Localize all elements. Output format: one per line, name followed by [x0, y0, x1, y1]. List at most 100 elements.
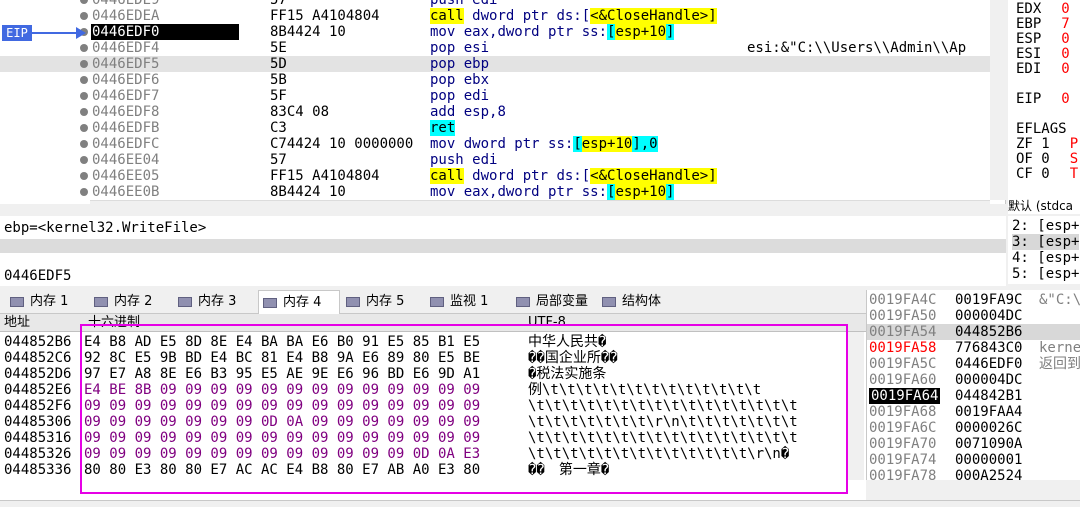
disasm-instruction: mov eax,dword ptr ss:[esp+10] — [430, 184, 675, 200]
disassembly-view[interactable]: 0446EDE9 57 push edi 0446EDEA FF15 A4104804 c… — [0, 0, 1006, 204]
breakpoint-dot-icon[interactable] — [80, 0, 88, 4]
stack-row[interactable]: 0019FA68 0019FAA4 — [867, 404, 1080, 420]
breakpoint-dot-icon[interactable] — [80, 76, 88, 84]
disasm-row[interactable]: 0446EDF5 5D pop ebp — [0, 56, 990, 72]
disassembly-horizontal-scrollbar[interactable] — [90, 200, 990, 216]
register-value: 0 — [1061, 91, 1070, 107]
register-row[interactable]: EDX 0 — [1016, 2, 1070, 16]
instruction-operands-suffix: ] — [708, 168, 717, 184]
argument-row[interactable]: 2: [esp+ — [1012, 218, 1079, 234]
instruction-mnemonic: call — [430, 168, 464, 184]
disasm-row[interactable]: 0446EDFB C3 ret — [0, 120, 990, 136]
disasm-row[interactable]: 0446EDF6 5B pop ebx — [0, 72, 990, 88]
tab-4[interactable]: 内存 4 — [258, 290, 340, 314]
disasm-bytes: 5E — [270, 40, 287, 56]
disasm-row[interactable]: 0446EDF4 5E pop esi esi:&"C:\\Users\\Admin\… — [0, 40, 990, 56]
tab-3[interactable]: 内存 3 — [174, 290, 256, 314]
stack-horizontal-scrollbar[interactable] — [866, 480, 1080, 496]
breakpoint-dot-icon[interactable] — [80, 188, 88, 196]
disasm-row[interactable]: 0446EDF7 5F pop edi — [0, 88, 990, 104]
registers-panel[interactable]: EDX 0 EBP 7 ESP 0 ESI 0 EDI 0 EIP 0 EFLAGS ZF 1 P OF 0 S… — [1008, 0, 1080, 200]
disasm-row[interactable]: 0446EDFC C74424 10 0000000 mov dword ptr s… — [0, 136, 990, 152]
tab-8[interactable]: 结构体 — [598, 290, 680, 314]
dump-address: 04485316 — [4, 430, 72, 446]
register-row[interactable]: ESP 0 — [1016, 32, 1070, 46]
instruction-mnemonic: pop — [430, 72, 456, 88]
stack-value: 0000026C — [955, 420, 1023, 436]
stack-row[interactable]: 0019FA50 000004DC — [867, 308, 1080, 324]
stack-row[interactable]: 0019FA60 000004DC — [867, 372, 1080, 388]
disasm-row[interactable]: 0446EE05 FF15 A4104804 call dword ptr ds:[… — [0, 168, 990, 184]
stack-view[interactable]: 0019FA4C 0019FA9C &"C:\ 0019FA50 000004DC 001… — [866, 290, 1080, 486]
dump-address: 04485336 — [4, 462, 72, 478]
tab-5[interactable]: 内存 5 — [342, 290, 424, 314]
register-row[interactable]: EIP 0 — [1016, 92, 1070, 106]
stack-row[interactable]: 0019FA54 044852B6 — [867, 324, 1080, 340]
disasm-bytes: C3 — [270, 120, 287, 136]
tab-1[interactable]: 内存 1 — [6, 290, 88, 314]
instruction-operand-expr: esp+10 — [581, 136, 633, 152]
stack-row[interactable]: 0019FA64 044842B1 — [867, 388, 1080, 404]
tab-6[interactable]: 监视 1 — [426, 290, 508, 314]
memory-tab-icon — [430, 296, 444, 307]
breakpoint-dot-icon[interactable] — [80, 44, 88, 52]
disassembly-vertical-scrollbar[interactable] — [990, 0, 1006, 200]
stack-value: 0019FA9C — [955, 292, 1023, 308]
stack-row[interactable]: 0019FA6C 0000026C — [867, 420, 1080, 436]
register-row[interactable]: EDI 0 — [1016, 62, 1070, 76]
breakpoint-dot-icon[interactable] — [80, 172, 88, 180]
tab-2[interactable]: 内存 2 — [90, 290, 172, 314]
register-name: ESI — [1016, 46, 1042, 62]
dump-address: 04485326 — [4, 446, 72, 462]
register-row[interactable]: ZF 1 P — [1016, 137, 1078, 151]
stack-row[interactable]: 0019FA58 776843C0 kerne — [867, 340, 1080, 356]
tab-label: 内存 3 — [198, 294, 237, 309]
instruction-symbol: <&CloseHandle> — [590, 168, 709, 184]
eip-marker: EIP — [2, 25, 32, 41]
register-row[interactable]: ESI 0 — [1016, 47, 1070, 61]
arguments-panel[interactable]: 2: [esp+ 3: [esp+ 4: [esp+ 5: [esp+ — [1008, 216, 1080, 284]
register-row[interactable]: CF 0 T — [1016, 167, 1078, 181]
argument-row[interactable]: 5: [esp+ — [1012, 266, 1079, 282]
memory-tab-icon — [516, 296, 530, 307]
instruction-operands: edi — [463, 88, 490, 104]
register-row[interactable]: EBP 7 — [1016, 17, 1070, 31]
register-name: EBP — [1016, 16, 1042, 32]
command-bar[interactable] — [0, 500, 1080, 507]
stack-value: 0071090A — [955, 436, 1023, 452]
stack-row[interactable]: 0019FA4C 0019FA9C &"C:\ — [867, 292, 1080, 308]
calling-convention-label[interactable]: 默认 (stdca — [1008, 198, 1080, 214]
disasm-address: 0446EDF8 — [92, 104, 160, 120]
stack-row[interactable]: 0019FA70 0071090A — [867, 436, 1080, 452]
stack-row[interactable]: 0019FA74 00000001 — [867, 452, 1080, 468]
argument-row[interactable]: 3: [esp+ — [1012, 234, 1080, 250]
dump-vertical-scrollbar[interactable] — [848, 332, 864, 480]
register-value: 0 — [1061, 31, 1070, 47]
breakpoint-dot-icon[interactable] — [80, 140, 88, 148]
disasm-bytes: 83C4 08 — [270, 104, 330, 120]
breakpoint-dot-icon[interactable] — [80, 92, 88, 100]
disasm-row[interactable]: 0446EE0B 8B4424 10 mov eax,dword ptr ss:[e… — [0, 184, 990, 200]
breakpoint-dot-icon[interactable] — [80, 156, 88, 164]
register-row[interactable]: EFLAGS — [1016, 122, 1080, 136]
info-separator — [0, 239, 1006, 253]
disasm-row[interactable]: 0446EDEA FF15 A4104804 call dword ptr ds:[… — [0, 8, 990, 24]
instruction-operand-expr: esp+10 — [615, 184, 667, 200]
disasm-row[interactable]: 0446EDF0 8B4424 10 mov eax,dword ptr ss:[e… — [0, 24, 990, 40]
disasm-address: 0446EDF0 — [91, 24, 239, 40]
breakpoint-dot-icon[interactable] — [80, 12, 88, 20]
breakpoint-dot-icon[interactable] — [80, 124, 88, 132]
register-row[interactable]: OF 0 S — [1016, 152, 1078, 166]
disasm-row[interactable]: 0446EDE9 57 push edi — [0, 0, 990, 8]
tab-7[interactable]: 局部变量 — [512, 290, 594, 314]
breakpoint-dot-icon[interactable] — [80, 60, 88, 68]
instruction-mnemonic: push — [430, 152, 464, 168]
argument-row[interactable]: 4: [esp+ — [1012, 250, 1079, 266]
disasm-row[interactable]: 0446EDF8 83C4 08 add esp,8 — [0, 104, 990, 120]
disasm-row[interactable]: 0446EE04 57 push edi — [0, 152, 990, 168]
breakpoint-dot-icon[interactable] — [80, 108, 88, 116]
stack-row[interactable]: 0019FA5C 0446EDF0 返回到 — [867, 356, 1080, 372]
instruction-mnemonic: mov — [430, 24, 456, 40]
disasm-bytes: 5D — [270, 56, 287, 72]
instruction-operands-suffix: ] — [666, 184, 675, 200]
